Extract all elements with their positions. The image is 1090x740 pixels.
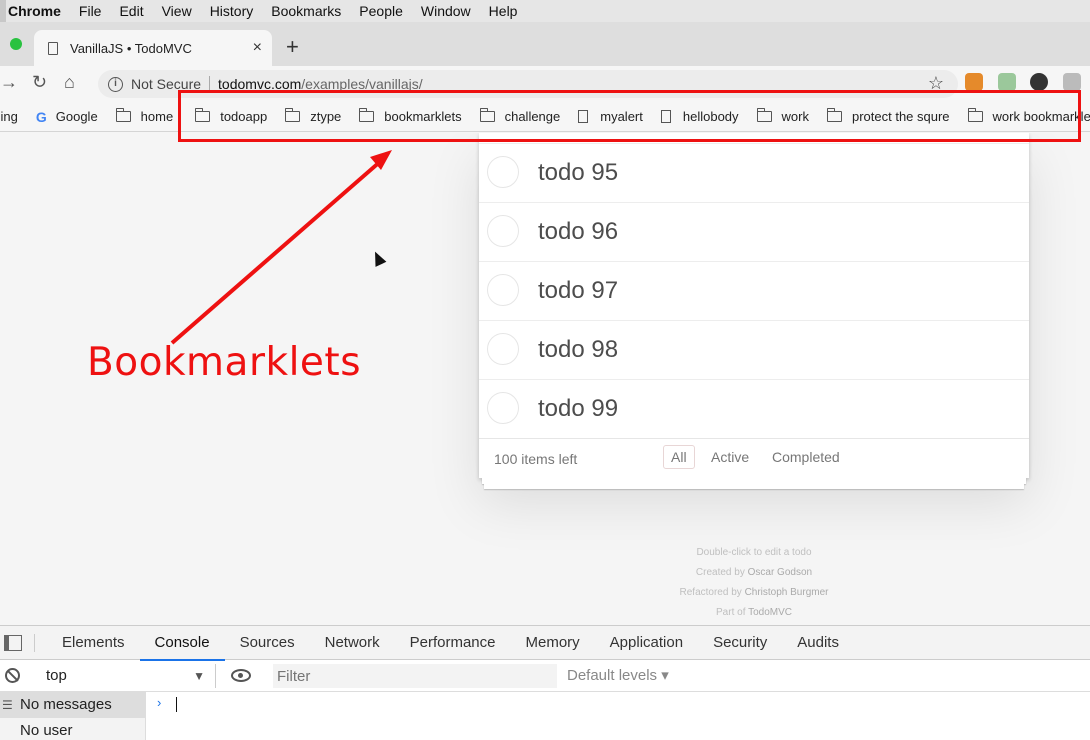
clear-console-icon[interactable] [5, 668, 20, 683]
filter-completed[interactable]: Completed [764, 445, 848, 469]
tab-title: VanillaJS • TodoMVC [70, 40, 192, 56]
console-sidebar: ☰ No messages No user messages [0, 692, 146, 740]
todo-label[interactable]: todo 97 [538, 277, 618, 305]
console-filter-input[interactable] [273, 664, 557, 688]
bookmark-sing[interactable]: sing [0, 109, 18, 124]
tab-divider [34, 633, 35, 652]
refactor-author-link[interactable]: Christoph Burgmer [745, 587, 829, 598]
filter-active[interactable]: Active [703, 445, 757, 469]
console-input-caret[interactable] [176, 697, 177, 712]
info-edit-hint: Double-click to edit a todo [696, 547, 812, 558]
todo-label[interactable]: todo 98 [538, 336, 618, 364]
tab-sources[interactable]: Sources [225, 626, 310, 660]
devtools-panel: Elements Console Sources Network Perform… [0, 625, 1090, 740]
todo-toggle-checkbox[interactable] [487, 215, 519, 247]
console-body: ☰ No messages No user messages › [0, 692, 1090, 740]
devtools-tabbar: Elements Console Sources Network Perform… [0, 626, 1090, 661]
card-stack-layer [484, 484, 1024, 489]
todo-toggle-checkbox[interactable] [487, 333, 519, 365]
info-prefix: Created by [695, 567, 748, 578]
new-tab-button[interactable]: + [286, 35, 299, 59]
menubar-edge [0, 0, 6, 22]
device-toolbar-icon[interactable] [4, 634, 22, 651]
context-selector[interactable]: top ▼ [38, 664, 216, 688]
tab-memory[interactable]: Memory [511, 626, 595, 660]
menu-edit[interactable]: Edit [110, 0, 152, 22]
annotation-label: Bookmarklets [87, 340, 362, 385]
todo-item[interactable]: todo 96 [479, 203, 1029, 262]
page-icon [48, 41, 58, 55]
bookmarks-highlight-box [178, 90, 1081, 142]
menu-people[interactable]: People [350, 0, 412, 22]
info-prefix: Part of [716, 607, 749, 618]
info-icon[interactable]: i [108, 76, 123, 92]
extension-js-icon[interactable] [998, 73, 1016, 91]
bookmark-label: sing [0, 109, 18, 124]
sidebar-item-label: No messages [20, 696, 112, 713]
todo-item[interactable]: todo 95 [479, 144, 1029, 203]
dropdown-arrow-icon: ▼ [193, 669, 205, 683]
folder-icon [115, 108, 131, 122]
items-left-count: 100 items left [494, 451, 578, 467]
home-icon[interactable]: ⌂ [64, 72, 75, 93]
tab-console[interactable]: Console [139, 626, 225, 661]
info-refactored-by: Refactored by Christoph Burgmer [479, 583, 1029, 603]
bookmark-label: Google [55, 109, 98, 124]
menu-file[interactable]: File [70, 0, 111, 22]
todo-toggle-checkbox[interactable] [487, 392, 519, 424]
window-zoom-button[interactable] [10, 38, 22, 50]
todo-footer: 100 items left All Active Completed [479, 438, 1029, 478]
tab-application[interactable]: Application [595, 626, 698, 660]
todo-label[interactable]: todo 99 [538, 395, 618, 423]
todo-item[interactable]: todo 99 [479, 380, 1029, 439]
context-value: top [46, 667, 67, 684]
tab-performance[interactable]: Performance [395, 626, 511, 660]
todo-list: todo 95 todo 96 todo 97 todo 98 todo 99 … [479, 133, 1029, 478]
close-icon[interactable]: × [253, 39, 262, 57]
tab-security[interactable]: Security [698, 626, 782, 660]
menu-app-chrome[interactable]: Chrome [0, 0, 70, 22]
todo-item[interactable]: todo 98 [479, 321, 1029, 380]
tab-audits[interactable]: Audits [782, 626, 854, 660]
filter-all[interactable]: All [663, 445, 695, 469]
info-part-of: Part of TodoMVC [479, 603, 1029, 623]
todo-label[interactable]: todo 95 [538, 159, 618, 187]
console-prompt-icon: › [157, 695, 162, 710]
todomvc-link[interactable]: TodoMVC [748, 607, 792, 618]
tab-strip: VanillaJS • TodoMVC × + [0, 22, 1090, 66]
sidebar-item-user-messages[interactable]: No user messages [0, 718, 145, 740]
todo-toggle-checkbox[interactable] [487, 156, 519, 188]
tab-network[interactable]: Network [310, 626, 395, 660]
console-toolbar: top ▼ Default levels ▾ [0, 660, 1090, 692]
menu-history[interactable]: History [201, 0, 263, 22]
sidebar-item-label: No user messages [20, 722, 73, 739]
log-levels-dropdown[interactable]: Default levels ▾ [567, 664, 669, 688]
todo-toggle-checkbox[interactable] [487, 274, 519, 306]
reload-icon[interactable]: ↻ [32, 72, 47, 93]
author-link[interactable]: Oscar Godson [748, 567, 812, 578]
macos-menubar: Chrome File Edit View History Bookmarks … [0, 0, 1090, 22]
todo-item[interactable]: todo 97 [479, 262, 1029, 321]
page-info: Double-click to edit a todo Created by O… [479, 543, 1029, 623]
tab-elements[interactable]: Elements [47, 626, 140, 660]
extension-icon-4[interactable] [1063, 73, 1081, 91]
google-icon: G [35, 108, 47, 125]
menu-help[interactable]: Help [480, 0, 527, 22]
eye-icon[interactable] [231, 669, 251, 682]
list-icon: ☰ [2, 698, 13, 712]
info-created-by: Created by Oscar Godson [479, 563, 1029, 583]
bookmark-label: home [140, 109, 174, 124]
bookmark-home[interactable]: home [115, 108, 174, 124]
browser-tab[interactable]: VanillaJS • TodoMVC × [34, 30, 272, 66]
menu-bookmarks[interactable]: Bookmarks [262, 0, 350, 22]
forward-arrow-icon[interactable]: → [0, 72, 18, 93]
extension-ghost-icon[interactable] [1030, 73, 1048, 91]
menu-window[interactable]: Window [412, 0, 480, 22]
sidebar-item-messages[interactable]: ☰ No messages [0, 692, 145, 718]
bookmark-google[interactable]: G Google [36, 109, 98, 125]
todo-label[interactable]: todo 96 [538, 218, 618, 246]
info-prefix: Refactored by [679, 587, 745, 598]
extension-icon-1[interactable] [965, 73, 983, 91]
menu-view[interactable]: View [153, 0, 201, 22]
